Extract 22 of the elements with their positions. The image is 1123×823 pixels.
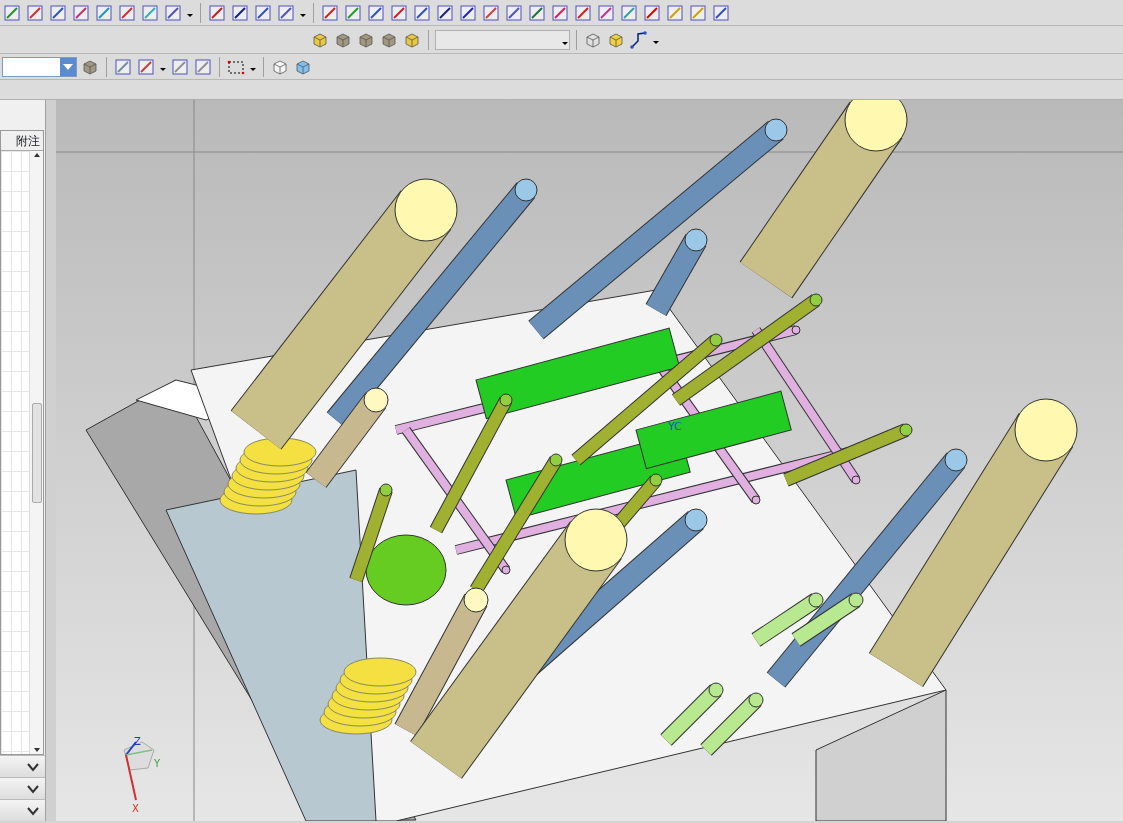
tool-icon[interactable]	[458, 2, 478, 23]
tool-icon[interactable]	[711, 2, 731, 23]
tool-icon[interactable]	[527, 2, 547, 23]
dropdown-field[interactable]	[2, 56, 77, 77]
tool-icon[interactable]	[48, 2, 68, 23]
axis-label: YC	[668, 420, 682, 433]
polyline-icon[interactable]	[629, 29, 649, 50]
tool-icon[interactable]	[366, 2, 386, 23]
tool-icon[interactable]	[276, 2, 296, 23]
tool-icon[interactable]	[207, 2, 227, 23]
tool-icon[interactable]	[435, 2, 455, 23]
axis-label: Y	[154, 758, 161, 769]
scroll-thumb[interactable]	[31, 402, 42, 503]
tool-icon[interactable]	[412, 2, 432, 23]
tool-icon[interactable]	[253, 2, 273, 23]
tool-icon[interactable]	[504, 2, 524, 23]
scrollbar[interactable]	[29, 151, 43, 754]
dropdown-field[interactable]	[435, 29, 570, 50]
axis-label: X	[132, 803, 139, 814]
tool-icon[interactable]	[230, 2, 250, 23]
tool-icon[interactable]	[163, 2, 183, 23]
dropdown-icon[interactable]	[60, 57, 76, 76]
